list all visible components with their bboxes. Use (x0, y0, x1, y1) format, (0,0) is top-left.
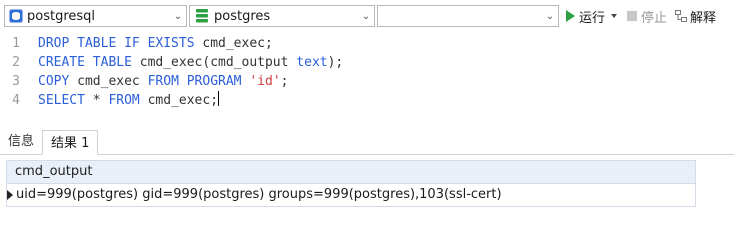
database-select-value: postgres (214, 8, 271, 24)
code-line: 3 COPY cmd_exec FROM PROGRAM 'id'; (0, 72, 734, 91)
line-number: 1 (12, 36, 20, 51)
connection-select[interactable]: postgresql ⌄ (4, 5, 187, 27)
run-controls: 运行 停止 解释 (566, 6, 716, 26)
result-grid: cmd_output uid=999(postgres) gid=999(pos… (6, 160, 696, 207)
sql-keyword: FROM (108, 93, 140, 108)
sql-keyword: CREATE TABLE (38, 55, 132, 70)
explain-icon (675, 10, 688, 22)
sql-space (242, 72, 250, 91)
table-cell[interactable]: uid=999(postgres) gid=999(postgres) grou… (16, 184, 502, 206)
sql-type: text (296, 55, 328, 70)
stop-icon (627, 11, 638, 21)
explain-button-label: 解释 (690, 10, 717, 26)
sql-keyword: DROP TABLE IF EXISTS (38, 36, 195, 51)
code-line: 1 DROP TABLE IF EXISTS cmd_exec; (0, 34, 734, 53)
line-number: 4 (12, 93, 20, 108)
database-connection-icon (9, 9, 23, 23)
sql-keyword: COPY (38, 74, 70, 89)
chevron-down-icon: ⌄ (545, 10, 555, 22)
stop-button-label: 停止 (641, 10, 668, 26)
run-dropdown-icon[interactable] (611, 14, 618, 18)
tab-info[interactable]: 信息 (0, 129, 42, 154)
chevron-down-icon: ⌄ (173, 10, 183, 22)
play-icon (566, 10, 575, 22)
text-caret (218, 91, 220, 106)
sql-identifier: cmd_exec; (139, 93, 219, 108)
run-button-label: 运行 (579, 10, 606, 26)
sql-identifier: cmd_exec; (194, 36, 273, 51)
code-line: 4 SELECT * FROM cmd_exec; (0, 91, 734, 110)
sql-editor[interactable]: 1 DROP TABLE IF EXISTS cmd_exec; 2 CREAT… (0, 34, 734, 122)
sql-punctuation: ; (280, 74, 289, 89)
chevron-down-icon: ⌄ (361, 10, 371, 22)
sql-keyword: SELECT (38, 93, 85, 108)
sql-string: 'id' (249, 74, 281, 89)
stop-button[interactable]: 停止 (627, 7, 667, 26)
current-row-marker-icon (7, 190, 13, 200)
sql-punctuation: ); (327, 55, 344, 70)
tab-result-1[interactable]: 结果 1 (42, 130, 99, 155)
sql-keyword: FROM PROGRAM (147, 74, 242, 89)
sql-identifier: * (84, 93, 109, 108)
table-row[interactable]: uid=999(postgres) gid=999(postgres) grou… (6, 184, 696, 207)
sql-identifier: cmd_exec(cmd_output (131, 55, 297, 70)
database-select[interactable]: postgres ⌄ (189, 5, 375, 27)
sql-identifier: cmd_exec (69, 74, 148, 89)
connection-select-value: postgresql (27, 8, 96, 24)
line-number: 3 (12, 74, 20, 89)
line-number: 2 (12, 55, 20, 70)
schema-icon (196, 9, 208, 23)
toolbar: postgresql ⌄ postgres ⌄ ⌄ 运行 停止 解释 (0, 0, 734, 32)
schema-select[interactable]: ⌄ (377, 5, 559, 27)
result-tabs: 信息 结果 1 (0, 128, 734, 155)
column-header-cmd-output[interactable]: cmd_output (6, 160, 696, 184)
run-button[interactable]: 运行 (566, 7, 605, 26)
explain-button[interactable]: 解释 (675, 7, 716, 26)
code-line: 2 CREATE TABLE cmd_exec(cmd_output text)… (0, 53, 734, 72)
